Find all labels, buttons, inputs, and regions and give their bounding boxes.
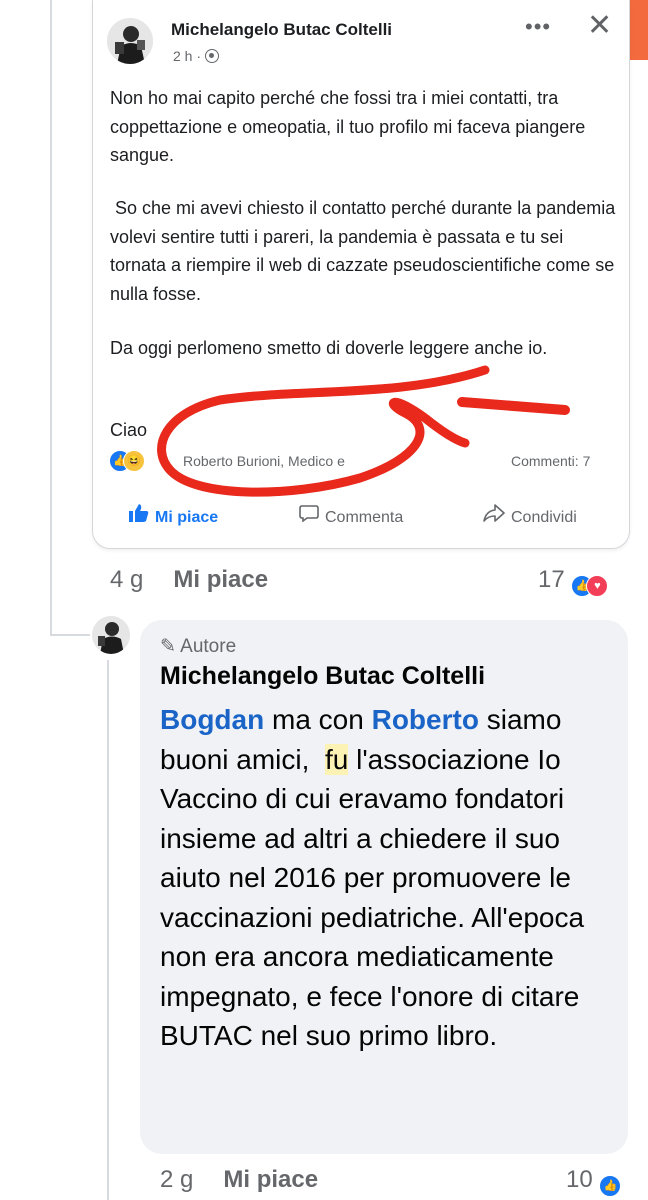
post-paragraph: Non ho mai capito perché che fossi tra i…: [110, 88, 586, 165]
comment-age: 2 g: [160, 1166, 194, 1193]
comment-like-button[interactable]: Mi piace: [223, 1166, 318, 1193]
comment-meta: 4 g Mi piace: [110, 566, 268, 594]
comment-bubble: ✎ Autore Michelangelo Butac Coltelli Bog…: [140, 620, 628, 1154]
thread-connector: [50, 634, 90, 636]
post-paragraph: Da oggi perlomeno smetto di doverle legg…: [110, 338, 548, 358]
highlighted-text: fu: [324, 743, 349, 775]
mention-link[interactable]: Bogdan: [160, 704, 264, 735]
more-dots-icon[interactable]: •••: [525, 14, 551, 40]
comment-icon: [299, 504, 319, 527]
comments-count[interactable]: Commenti: 7: [511, 453, 590, 469]
comment-text: Bogdan ma con Roberto siamo buoni amici,…: [160, 704, 585, 1051]
share-icon: [483, 504, 505, 527]
comment-reaction-count[interactable]: 10 👍: [566, 1166, 622, 1197]
like-reaction-icon: 👍: [599, 1175, 622, 1197]
author-avatar[interactable]: [107, 18, 153, 64]
love-reaction-icon: ♥: [586, 575, 609, 597]
close-icon[interactable]: ✕: [587, 8, 612, 43]
comment-reaction-count[interactable]: 17 👍 ♥: [538, 566, 609, 597]
shared-post-card: Michelangelo Butac Coltelli 2 h · ••• ✕ …: [92, 0, 630, 549]
post-author[interactable]: Michelangelo Butac Coltelli: [171, 20, 392, 40]
thread-line: [50, 0, 52, 636]
post-actions: Mi piace Commenta Condividi: [93, 496, 629, 530]
comment-button[interactable]: Commenta: [299, 504, 403, 527]
comment-meta: 2 g Mi piace: [160, 1166, 318, 1194]
share-button[interactable]: Condividi: [483, 504, 577, 527]
thumbs-up-icon: [129, 504, 149, 527]
background-edge: [629, 0, 648, 60]
mention-link[interactable]: Roberto: [372, 704, 479, 735]
comment-age: 4 g: [110, 566, 144, 593]
thread-line-reply: [107, 660, 109, 1200]
reaction-names[interactable]: Roberto Burioni, Medico e: [183, 453, 345, 469]
globe-icon: [205, 49, 220, 63]
author-badge: ✎ Autore: [160, 636, 237, 657]
haha-reaction-icon: 😆: [123, 450, 145, 472]
pencil-icon: ✎: [160, 636, 176, 657]
post-paragraph: Ciao: [110, 420, 148, 440]
commenter-avatar[interactable]: [92, 616, 130, 654]
comment-author[interactable]: Michelangelo Butac Coltelli: [160, 662, 485, 691]
post-paragraph: So che mi avevi chiesto il contatto perc…: [110, 198, 621, 304]
comment-like-button[interactable]: Mi piace: [173, 566, 268, 593]
like-button[interactable]: Mi piace: [129, 504, 218, 527]
post-time: 2 h ·: [173, 48, 220, 64]
